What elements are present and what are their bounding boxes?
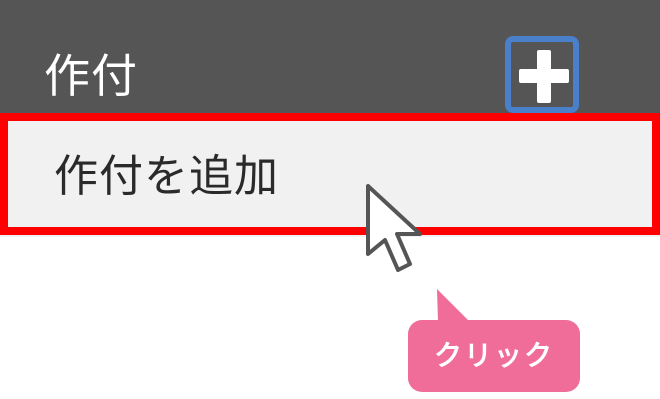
arrow-cursor-icon [366,184,422,272]
plus-icon [511,42,573,107]
header-bar: 作付 [0,0,660,122]
add-button[interactable] [505,36,579,113]
click-callout-label: クリック [433,339,554,372]
click-callout: クリック [408,320,580,392]
menu-item-add-planting[interactable]: 作付を追加 [0,113,660,235]
page-title: 作付 [44,49,138,103]
menu-item-label: 作付を追加 [54,151,279,202]
